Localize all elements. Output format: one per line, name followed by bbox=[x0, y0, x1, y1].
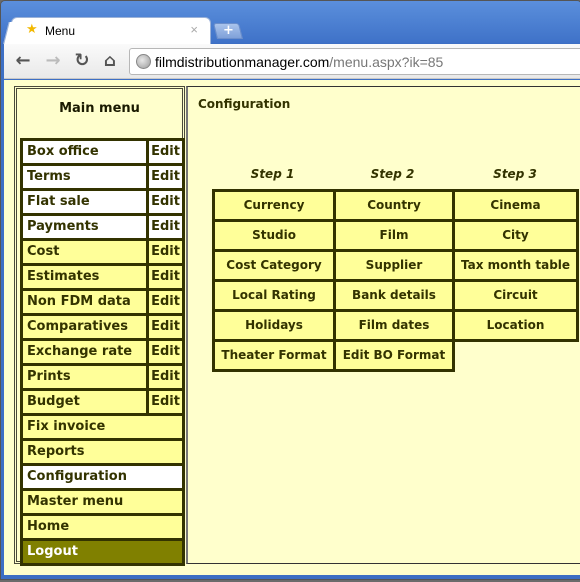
edit-terms-button[interactable]: Edit bbox=[149, 166, 182, 188]
menu-row: Flat sale Edit bbox=[23, 191, 182, 216]
menu-row: Non FDM data Edit bbox=[23, 291, 182, 316]
page-content: Main menu Box office Edit Terms Edit Flat sa… bbox=[4, 80, 580, 575]
edit-comparatives-button[interactable]: Edit bbox=[149, 316, 182, 338]
home-icon[interactable]: ⌂ bbox=[99, 50, 121, 72]
back-arrow-icon[interactable]: ← bbox=[12, 50, 34, 72]
browser-window: ★ Menu × + ← → ↻ ⌂ filmdistributionmanag… bbox=[0, 0, 580, 580]
plus-icon: + bbox=[222, 23, 234, 38]
menu-item-configuration[interactable]: Configuration bbox=[23, 466, 182, 488]
menu-row: Estimates Edit bbox=[23, 266, 182, 291]
config-link-studio[interactable]: Studio bbox=[212, 219, 336, 252]
page-title: Configuration bbox=[198, 97, 291, 111]
menu-item-box-office[interactable]: Box office bbox=[23, 141, 146, 163]
close-tab-icon[interactable]: × bbox=[190, 22, 198, 37]
menu-row: Exchange rate Edit bbox=[23, 341, 182, 366]
grid-row: Currency Country Cinema bbox=[212, 189, 579, 222]
config-link-theater-format[interactable]: Theater Format bbox=[212, 339, 336, 372]
config-link-film[interactable]: Film bbox=[333, 219, 455, 252]
menu-item-terms[interactable]: Terms bbox=[23, 166, 146, 188]
new-tab-button[interactable]: + bbox=[213, 23, 243, 39]
menu-row: Home bbox=[23, 516, 182, 541]
configuration-frame: Configuration Step 1 Step 2 Step 3 Curre… bbox=[186, 86, 580, 564]
edit-estimates-button[interactable]: Edit bbox=[149, 266, 182, 288]
edit-budget-button[interactable]: Edit bbox=[149, 391, 182, 413]
config-link-circuit[interactable]: Circuit bbox=[452, 279, 579, 312]
steps-header: Step 1 Step 2 Step 3 bbox=[212, 167, 578, 181]
config-link-city[interactable]: City bbox=[452, 219, 579, 252]
config-link-currency[interactable]: Currency bbox=[212, 189, 336, 222]
grid-row: Holidays Film dates Location bbox=[212, 309, 579, 342]
config-link-local-rating[interactable]: Local Rating bbox=[212, 279, 336, 312]
menu-row: Payments Edit bbox=[23, 216, 182, 241]
config-link-edit-bo-format[interactable]: Edit BO Format bbox=[333, 339, 455, 372]
edit-flat-sale-button[interactable]: Edit bbox=[149, 191, 182, 213]
menu-row: Fix invoice bbox=[23, 416, 182, 441]
menu-row: Comparatives Edit bbox=[23, 316, 182, 341]
edit-payments-button[interactable]: Edit bbox=[149, 216, 182, 238]
menu-row: Configuration bbox=[23, 466, 182, 491]
address-bar[interactable]: filmdistributionmanager.com/menu.aspx?ik… bbox=[129, 48, 580, 75]
config-link-cinema[interactable]: Cinema bbox=[452, 189, 579, 222]
menu-row: Prints Edit bbox=[23, 366, 182, 391]
menu-item-payments[interactable]: Payments bbox=[23, 216, 146, 238]
edit-cost-button[interactable]: Edit bbox=[149, 241, 182, 263]
edit-prints-button[interactable]: Edit bbox=[149, 366, 182, 388]
menu-item-logout[interactable]: Logout bbox=[23, 541, 182, 563]
step-1-label: Step 1 bbox=[250, 167, 295, 181]
reload-icon[interactable]: ↻ bbox=[71, 50, 93, 72]
menu-item-budget[interactable]: Budget bbox=[23, 391, 146, 413]
step-3-label: Step 3 bbox=[493, 167, 537, 181]
grid-row: Local Rating Bank details Circuit bbox=[212, 279, 579, 312]
globe-icon bbox=[136, 54, 151, 69]
menu-row: Reports bbox=[23, 441, 182, 466]
menu-row: Terms Edit bbox=[23, 166, 182, 191]
main-menu-title: Main menu bbox=[59, 101, 140, 116]
menu-row: Master menu bbox=[23, 491, 182, 516]
browser-tab-menu[interactable]: ★ Menu × bbox=[11, 17, 211, 44]
menu-item-fix-invoice[interactable]: Fix invoice bbox=[23, 416, 182, 438]
menu-item-cost[interactable]: Cost bbox=[23, 241, 146, 263]
config-link-tax-month-table[interactable]: Tax month table bbox=[452, 249, 579, 282]
browser-toolbar: ← → ↻ ⌂ filmdistributionmanager.com/menu… bbox=[4, 44, 580, 79]
menu-item-reports[interactable]: Reports bbox=[23, 441, 182, 463]
config-link-cost-category[interactable]: Cost Category bbox=[212, 249, 336, 282]
grid-row: Theater Format Edit BO Format bbox=[212, 339, 579, 372]
menu-item-estimates[interactable]: Estimates bbox=[23, 266, 146, 288]
config-link-supplier[interactable]: Supplier bbox=[333, 249, 455, 282]
url-path: /menu.aspx?ik=85 bbox=[329, 54, 444, 70]
menu-item-prints[interactable]: Prints bbox=[23, 366, 146, 388]
edit-non-fdm-data-button[interactable]: Edit bbox=[149, 291, 182, 313]
config-link-holidays[interactable]: Holidays bbox=[212, 309, 336, 342]
config-link-bank-details[interactable]: Bank details bbox=[333, 279, 455, 312]
forward-arrow-icon[interactable]: → bbox=[42, 50, 64, 72]
menu-item-comparatives[interactable]: Comparatives bbox=[23, 316, 146, 338]
empty-cell bbox=[452, 339, 579, 372]
config-link-film-dates[interactable]: Film dates bbox=[333, 309, 455, 342]
config-link-country[interactable]: Country bbox=[333, 189, 455, 222]
edit-exchange-rate-button[interactable]: Edit bbox=[149, 341, 182, 363]
configuration-grid: Currency Country Cinema Studio Film City Cost … bbox=[212, 189, 579, 372]
menu-item-exchange-rate[interactable]: Exchange rate bbox=[23, 341, 146, 363]
menu-item-home[interactable]: Home bbox=[23, 516, 182, 538]
grid-row: Cost Category Supplier Tax month table bbox=[212, 249, 579, 282]
edit-box-office-button[interactable]: Edit bbox=[149, 141, 182, 163]
menu-item-non-fdm-data[interactable]: Non FDM data bbox=[23, 291, 146, 313]
url-domain: filmdistributionmanager.com bbox=[155, 54, 330, 70]
config-link-location[interactable]: Location bbox=[452, 309, 579, 342]
menu-row: Budget Edit bbox=[23, 391, 182, 416]
menu-row: Logout bbox=[23, 541, 182, 563]
menu-item-flat-sale[interactable]: Flat sale bbox=[23, 191, 146, 213]
menu-item-master-menu[interactable]: Master menu bbox=[23, 491, 182, 513]
grid-row: Studio Film City bbox=[212, 219, 579, 252]
menu-row: Box office Edit bbox=[23, 141, 182, 166]
url-text[interactable]: filmdistributionmanager.com/menu.aspx?ik… bbox=[155, 54, 443, 70]
step-2-label: Step 2 bbox=[370, 167, 415, 181]
menu-row: Cost Edit bbox=[23, 241, 182, 266]
favicon-star-icon: ★ bbox=[26, 22, 38, 37]
tab-title: Menu bbox=[45, 24, 76, 38]
browser-titlebar: ★ Menu × + bbox=[1, 1, 580, 44]
main-menu-frame: Main menu Box office Edit Terms Edit Flat sa… bbox=[14, 86, 185, 566]
main-menu-list: Box office Edit Terms Edit Flat sale Edit Paym… bbox=[20, 138, 185, 566]
